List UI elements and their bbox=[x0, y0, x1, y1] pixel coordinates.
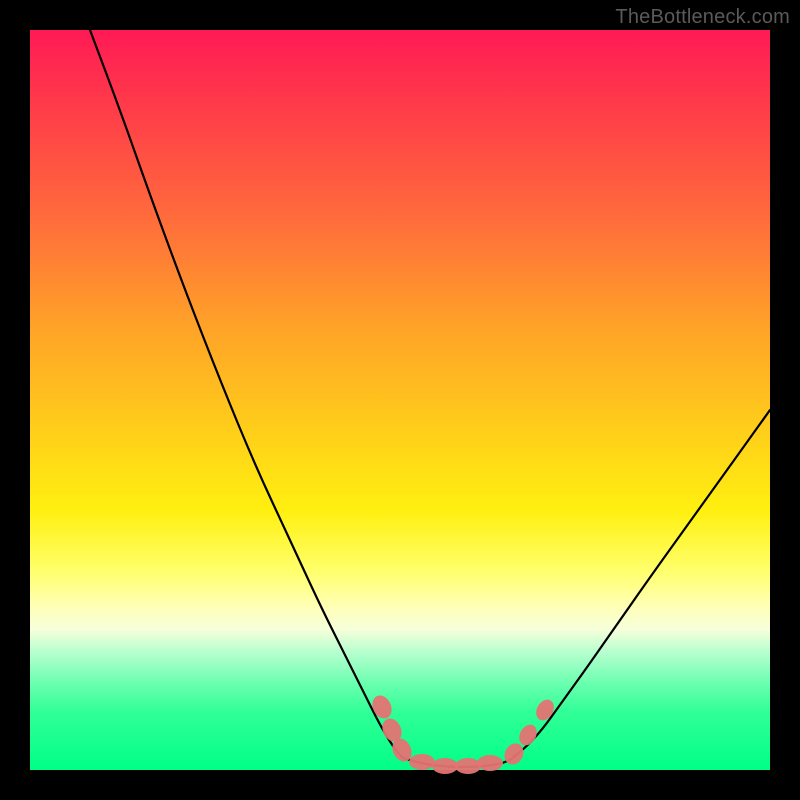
data-marker-0 bbox=[369, 692, 395, 721]
watermark-text: TheBottleneck.com bbox=[615, 6, 790, 29]
data-marker-5 bbox=[455, 758, 481, 774]
chart-frame: TheBottleneck.com bbox=[0, 0, 800, 800]
curve-group bbox=[90, 30, 770, 767]
marker-group bbox=[369, 692, 558, 774]
data-marker-6 bbox=[477, 755, 503, 771]
data-marker-9 bbox=[533, 696, 558, 723]
curve-left-branch bbox=[90, 30, 410, 760]
data-marker-4 bbox=[432, 758, 458, 774]
plot-area bbox=[30, 30, 770, 770]
chart-svg bbox=[30, 30, 770, 770]
data-marker-3 bbox=[409, 754, 435, 770]
